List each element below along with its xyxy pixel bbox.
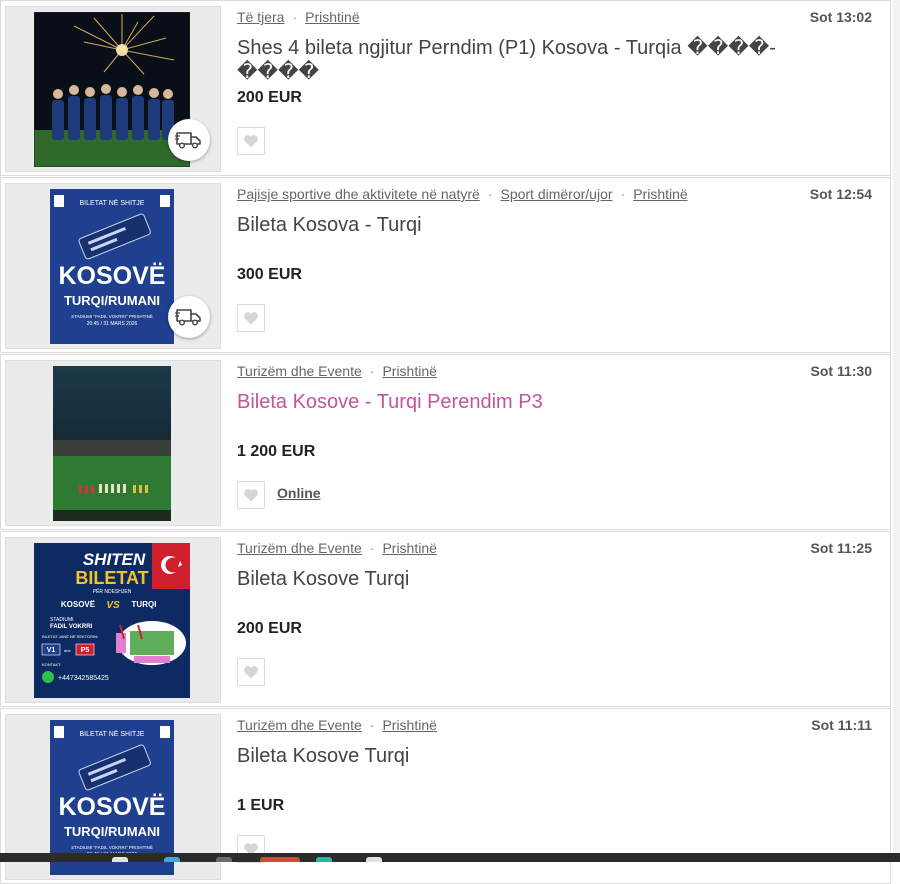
flyer-line-1: SHITEN (83, 550, 146, 569)
listing-image (53, 366, 171, 521)
posted-time: Sot 11:25 (810, 540, 872, 556)
category-breadcrumb: Turizëm dhe Evente · Prishtinë (237, 717, 437, 733)
listing-thumbnail[interactable] (5, 360, 221, 526)
listing-title[interactable]: Bileta Kosove Turqi (237, 744, 797, 768)
category-link[interactable]: Prishtinë (382, 363, 436, 379)
taskbar (0, 853, 900, 862)
listing-image: BILETAT NË SHITJE KOSOVË TURQI/RUMANI ST… (50, 720, 174, 875)
taskbar-app-icon[interactable] (260, 857, 300, 862)
flyer-stadium-name: FADIL VOKRRI (50, 624, 93, 630)
delivery-truck-icon (168, 119, 210, 161)
listing-thumbnail[interactable]: SHITEN BILETAT PËR NDESHJEN KOSOVË VS TU… (5, 537, 221, 703)
taskbar-app-icon[interactable] (164, 857, 180, 862)
scrollbar[interactable] (893, 0, 900, 855)
listing-image (34, 12, 190, 167)
listing-title[interactable]: Bileta Kosove - Turqi Perendim P3 (237, 390, 797, 414)
flyer-contact-label: KONTAKT: (42, 662, 61, 667)
poster-venue: STADIUMI "FADIL VOKRRI" PRISHTINË (71, 313, 153, 319)
breadcrumb-separator: · (487, 186, 493, 202)
listing-card[interactable]: BILETAT NË SHITJE KOSOVË TURQI/RUMANI ST… (0, 177, 891, 353)
delivery-truck-icon (168, 296, 210, 338)
category-link[interactable]: Prishtinë (382, 717, 436, 733)
listing-title[interactable]: Bileta Kosove Turqi (237, 567, 797, 591)
flyer-team-1: KOSOVË (61, 600, 96, 609)
heart-icon (244, 312, 258, 325)
heart-icon (244, 666, 258, 679)
poster-subtitle: TURQI/RUMANI (64, 293, 160, 308)
favorite-button[interactable] (237, 658, 265, 686)
category-link[interactable]: Prishtinë (305, 9, 359, 25)
posted-time: Sot 13:02 (809, 9, 872, 25)
listing-card[interactable]: Të tjera · Prishtinë Sot 13:02 Shes 4 bile… (0, 0, 891, 176)
favorite-button[interactable] (237, 481, 265, 509)
flyer-team-2: TURQI (132, 600, 157, 609)
poster-venue: STADIUMI "FADIL VOKRRI" PRISHTINË (71, 844, 153, 850)
flyer-sector-1: V1 (47, 647, 56, 654)
category-link[interactable]: Turizëm dhe Evente (237, 540, 362, 556)
heart-icon (244, 135, 258, 148)
listing-thumbnail[interactable] (5, 6, 221, 172)
taskbar-app-icon[interactable] (112, 857, 128, 862)
category-link[interactable]: Prishtinë (382, 540, 436, 556)
posted-time: Sot 11:30 (810, 363, 872, 379)
category-link[interactable]: Të tjera (237, 9, 284, 25)
category-breadcrumb: Të tjera · Prishtinë (237, 9, 360, 25)
flyer-sector-2: P5 (81, 647, 90, 654)
taskbar-app-icon[interactable] (216, 857, 232, 862)
listing-price: 1 EUR (237, 797, 285, 814)
listing-title[interactable]: Bileta Kosova - Turqi (237, 213, 797, 237)
online-link[interactable]: Online (277, 485, 321, 501)
listing-card[interactable]: Turizëm dhe Evente · Prishtinë Sot 11:30 B… (0, 354, 891, 530)
flyer-sector-and: dhe (64, 648, 71, 653)
listing-price: 1 200 EUR (237, 443, 316, 460)
breadcrumb-separator: · (620, 186, 626, 202)
posted-time: Sot 12:54 (809, 186, 872, 202)
listing-title[interactable]: Shes 4 bileta ngjitur Perndim (P1) Kosov… (237, 36, 797, 84)
flyer-line-2: BILETAT (75, 568, 148, 588)
category-breadcrumb: Turizëm dhe Evente · Prishtinë (237, 363, 437, 379)
category-link[interactable]: Turizëm dhe Evente (237, 717, 362, 733)
poster-subtitle: TURQI/RUMANI (64, 824, 160, 839)
favorite-button[interactable] (237, 127, 265, 155)
poster-title: KOSOVË (59, 793, 166, 821)
poster-date: 20:45 / 31 MARS 2026 (87, 321, 138, 327)
category-breadcrumb: Turizëm dhe Evente · Prishtinë (237, 540, 437, 556)
poster-header: BILETAT NË SHITJE (80, 199, 145, 207)
category-breadcrumb: Pajisje sportive dhe aktivitete në natyr… (237, 186, 688, 202)
favorite-button[interactable] (237, 304, 265, 332)
category-link[interactable]: Pajisje sportive dhe aktivitete në natyr… (237, 186, 480, 202)
poster-title: KOSOVË (59, 262, 166, 290)
taskbar-app-icon[interactable] (316, 857, 332, 862)
heart-icon (244, 489, 258, 502)
poster-header: BILETAT NË SHITJE (80, 730, 145, 738)
breadcrumb-separator: · (369, 363, 375, 379)
posted-time: Sot 11:11 (811, 717, 872, 733)
flyer-vs: VS (106, 600, 120, 611)
listing-thumbnail[interactable]: BILETAT NË SHITJE KOSOVË TURQI/RUMANI ST… (5, 183, 221, 349)
listing-image: SHITEN BILETAT PËR NDESHJEN KOSOVË VS TU… (34, 543, 190, 698)
listing-price: 200 EUR (237, 620, 302, 637)
flyer-stadium-label: STADIUMI (50, 617, 74, 623)
taskbar-app-icon[interactable] (366, 857, 382, 862)
category-link[interactable]: Prishtinë (633, 186, 687, 202)
listing-price: 200 EUR (237, 89, 302, 106)
flyer-sectors-label: BILETAT JANË NË SEKTORIN: (42, 634, 98, 639)
breadcrumb-separator: · (369, 540, 375, 556)
breadcrumb-separator: · (369, 717, 375, 733)
category-link[interactable]: Turizëm dhe Evente (237, 363, 362, 379)
flyer-phone: +447342585425 (58, 675, 109, 682)
listing-price: 300 EUR (237, 266, 302, 283)
listing-image: BILETAT NË SHITJE KOSOVË TURQI/RUMANI ST… (50, 189, 174, 344)
listing-card[interactable]: SHITEN BILETAT PËR NDESHJEN KOSOVË VS TU… (0, 531, 891, 707)
category-link[interactable]: Sport dimëror/ujor (500, 186, 612, 202)
flyer-line-3: PËR NDESHJEN (93, 588, 132, 595)
breadcrumb-separator: · (292, 9, 298, 25)
